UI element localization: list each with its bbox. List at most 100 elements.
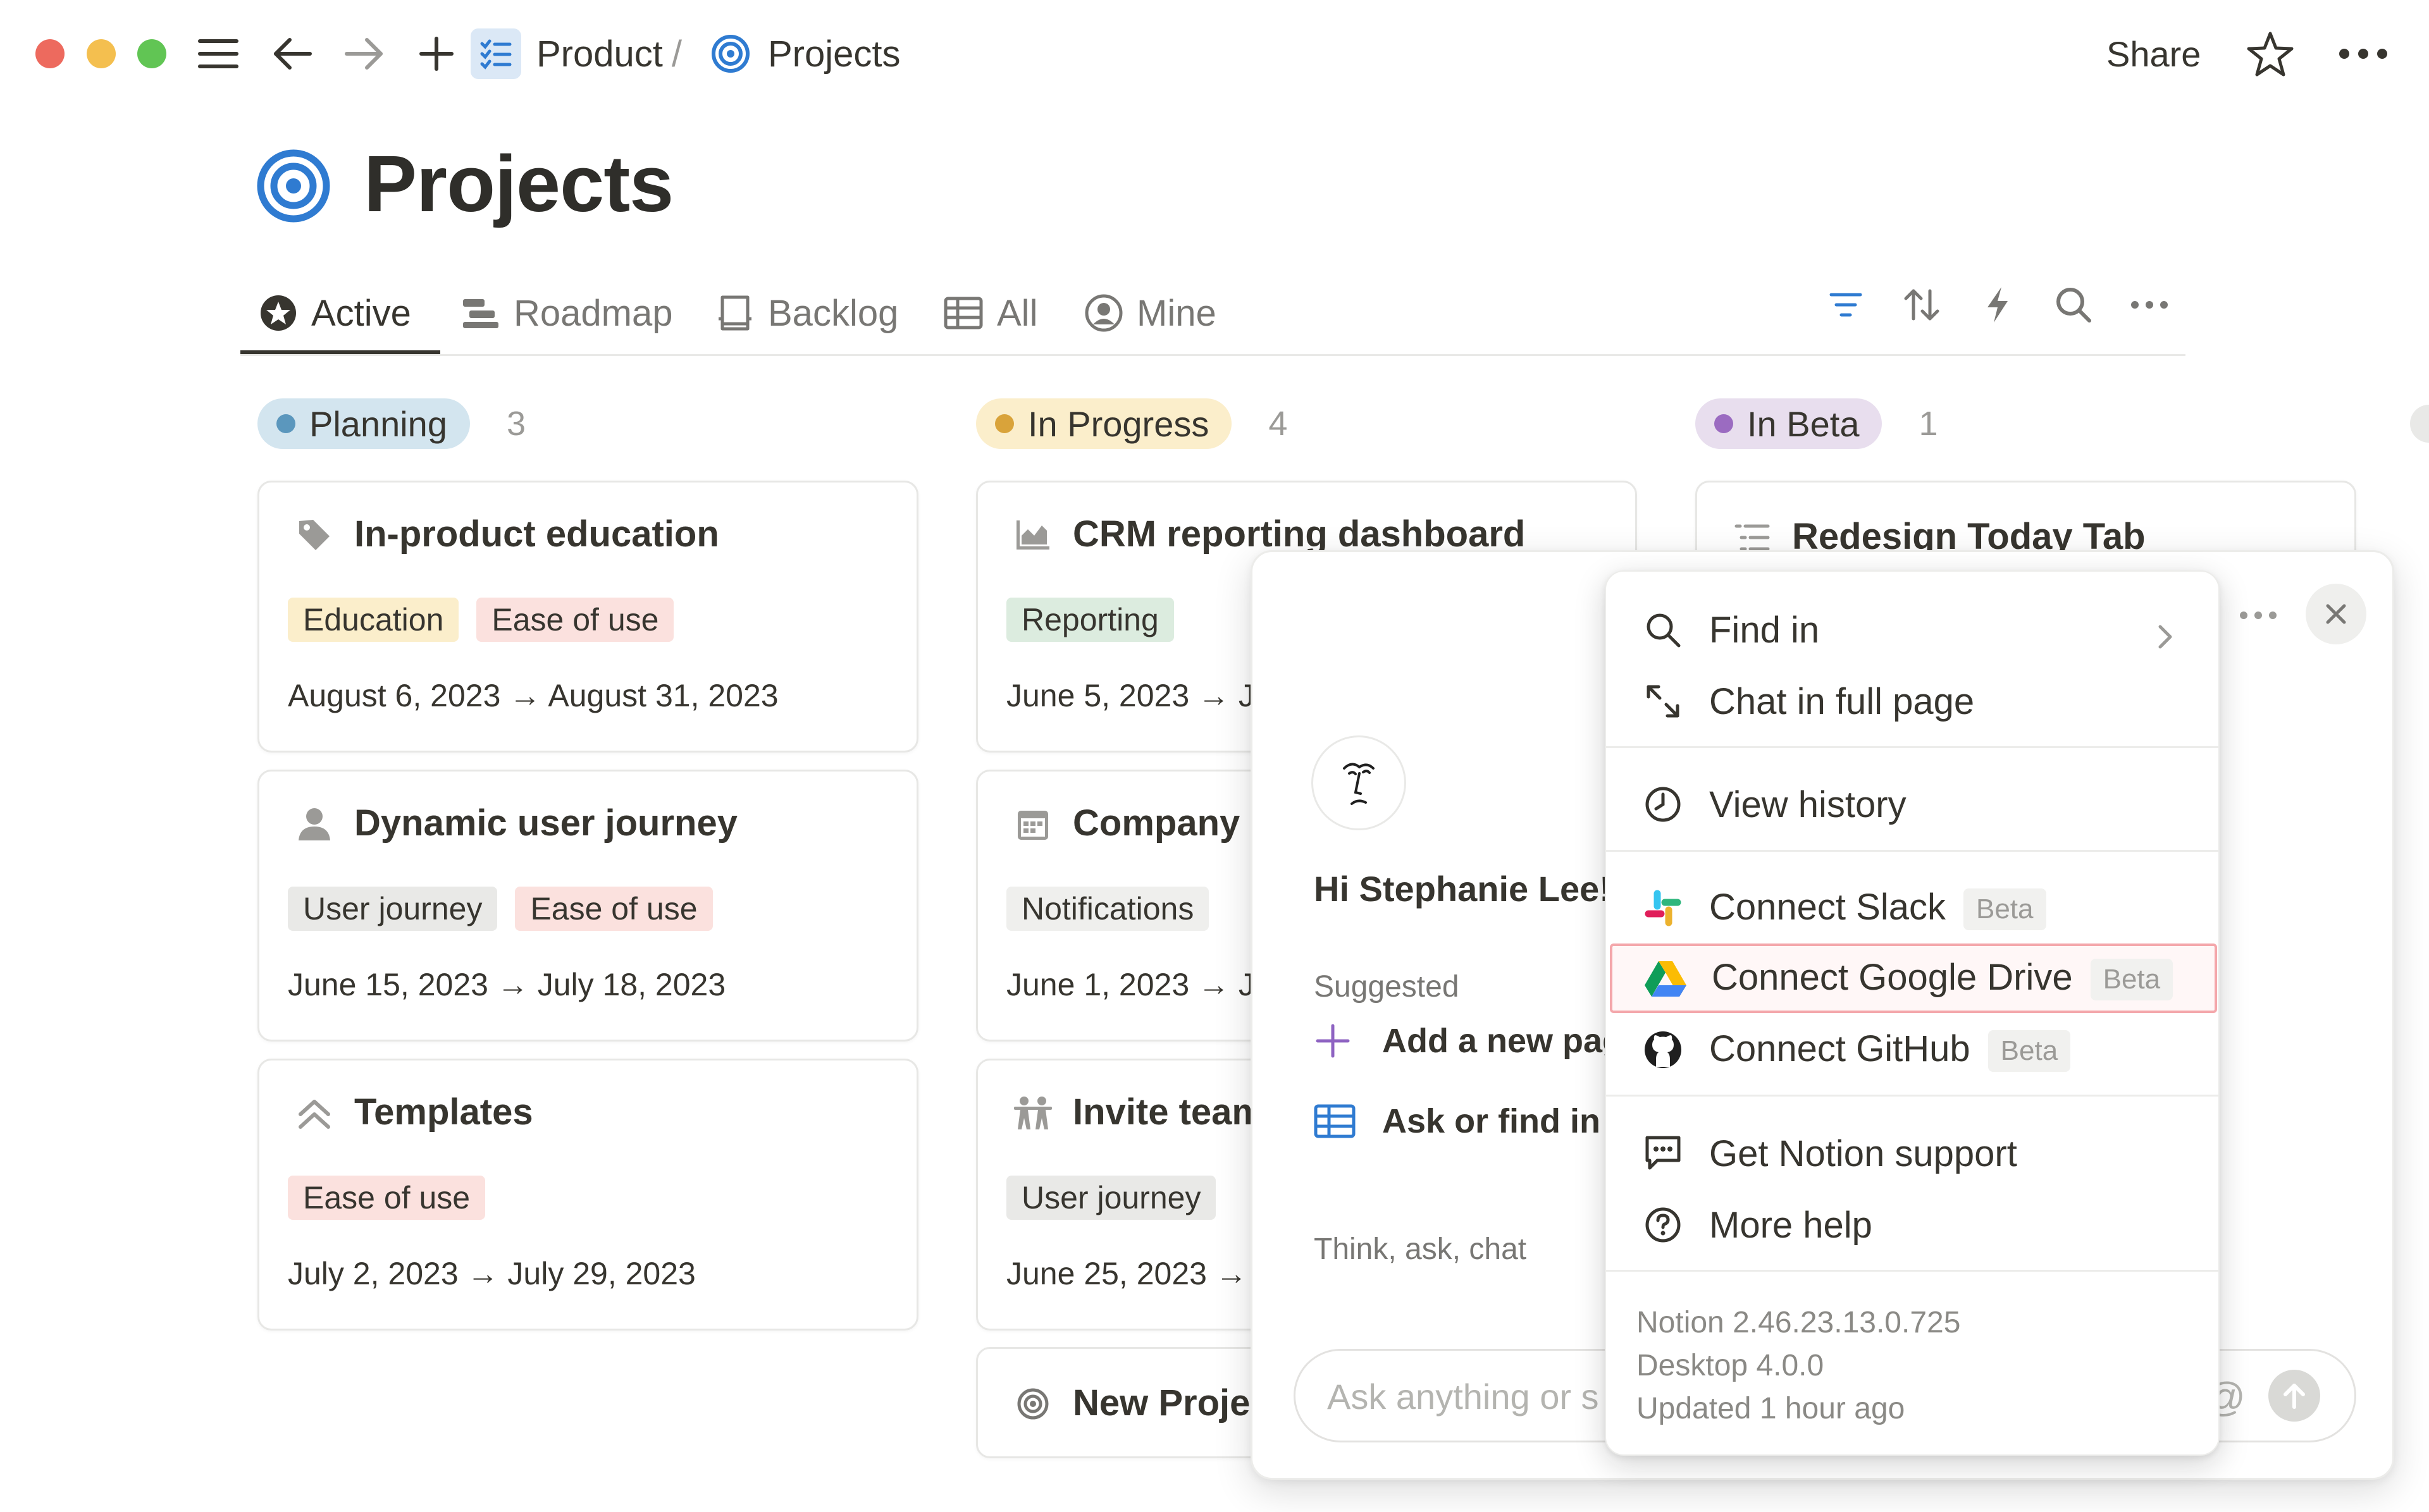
breadcrumb-label: Product <box>536 33 663 75</box>
card-dates: August 6, 2023 → August 31, 2023 <box>288 678 779 713</box>
notion-ai-face-icon <box>1311 735 1406 830</box>
board-card[interactable]: Templates Ease of use July 2, 2023 → Jul… <box>257 1059 918 1331</box>
double-chevron-up-icon <box>292 1091 337 1135</box>
tag-chip: Ease of use <box>515 887 713 931</box>
menu-item-connect-github[interactable]: Connect GitHub Beta <box>1610 1015 2217 1085</box>
breadcrumb-item-projects[interactable]: Projects <box>711 25 901 82</box>
status-dot <box>1714 414 1733 433</box>
new-page-plus-icon[interactable] <box>408 25 465 82</box>
tab-roadmap[interactable]: Roadmap <box>460 272 672 354</box>
breadcrumb-separator: / <box>671 33 683 75</box>
back-arrow-icon[interactable] <box>264 25 321 82</box>
tag-icon <box>292 513 337 557</box>
column-count: 4 <box>1268 405 1288 443</box>
sidebar-toggle-icon[interactable] <box>190 25 247 82</box>
menu-item-label: Find in <box>1709 609 1820 651</box>
target-icon <box>1011 1382 1055 1426</box>
menu-item-more-help[interactable]: More help <box>1610 1190 2217 1260</box>
board-card[interactable]: Dynamic user journey User journey Ease o… <box>257 770 918 1042</box>
favorite-star-icon[interactable] <box>2242 25 2299 82</box>
window-minimize-button[interactable] <box>87 39 116 68</box>
chat-bubble-icon <box>1640 1131 1686 1176</box>
board-card[interactable]: In-product education Education Ease of u… <box>257 481 918 753</box>
menu-item-label: More help <box>1709 1204 1872 1246</box>
suggestion-add-page[interactable]: Add a new pag <box>1314 1012 1623 1069</box>
tab-backlog[interactable]: Backlog <box>716 272 898 354</box>
window-close-button[interactable] <box>35 39 65 68</box>
card-title: CRM reporting dashboard <box>1073 513 1526 555</box>
card-dates: June 25, 2023 → <box>1006 1256 1247 1291</box>
help-circle-icon <box>1640 1202 1686 1248</box>
title-bar: Product / Projects Share <box>0 0 2429 106</box>
column-count: 1 <box>1919 405 1938 443</box>
status-pill: In Beta <box>1695 398 1882 449</box>
menu-item-label: Connect Slack Beta <box>1709 886 2046 931</box>
timeline-icon <box>460 295 500 331</box>
tab-mine[interactable]: Mine <box>1085 272 1216 354</box>
table-icon <box>944 297 983 329</box>
beta-badge: Beta <box>2090 959 2173 1001</box>
star-circle-icon <box>259 294 297 332</box>
beta-badge: Beta <box>1963 888 2046 931</box>
menu-item-label: View history <box>1709 784 1907 825</box>
sort-icon[interactable] <box>1896 280 1947 330</box>
menu-item-connect-google-drive[interactable]: Connect Google Drive Beta <box>1610 943 2217 1013</box>
database-views-bar: Active Roadmap Backlog All Mine <box>240 272 2185 356</box>
tab-active[interactable]: Active <box>259 272 411 354</box>
card-title: In-product education <box>354 513 719 555</box>
people-icon <box>1011 1091 1055 1135</box>
calendar-icon <box>1011 802 1055 846</box>
input-placeholder: Ask anything or s <box>1327 1377 1599 1417</box>
menu-item-view-history[interactable]: View history <box>1610 770 2217 839</box>
tab-label: Backlog <box>768 292 899 334</box>
column-header-in-progress[interactable]: In Progress 4 <box>976 397 1287 450</box>
filter-icon[interactable] <box>1820 280 1871 330</box>
menu-item-label: Chat in full page <box>1709 680 1975 722</box>
status-dot <box>276 414 295 433</box>
ai-greeting: Hi Stephanie Lee! <box>1314 869 1611 909</box>
tab-label: Roadmap <box>514 292 673 334</box>
scroll-handle[interactable] <box>2410 405 2429 443</box>
tab-all[interactable]: All <box>944 272 1037 354</box>
status-label: Planning <box>309 403 447 444</box>
person-icon <box>292 802 337 846</box>
breadcrumb-label: Projects <box>768 33 901 75</box>
menu-item-chat-full-page[interactable]: Chat in full page <box>1610 667 2217 736</box>
lightning-icon[interactable] <box>1972 280 2023 330</box>
tag-chip: User journey <box>1006 1176 1216 1220</box>
menu-item-connect-slack[interactable]: Connect Slack Beta <box>1610 873 2217 943</box>
table-icon <box>1314 1104 1364 1138</box>
suggestion-ask-or-find[interactable]: Ask or find in <box>1314 1093 1600 1150</box>
status-pill: Planning <box>257 398 470 449</box>
active-tab-indicator <box>240 350 440 354</box>
breadcrumb-item-product[interactable]: Product / <box>471 25 682 82</box>
target-icon <box>711 34 750 73</box>
ai-options-menu: Find in Chat in full page View history C… <box>1605 570 2220 1456</box>
forward-arrow-icon[interactable] <box>335 25 392 82</box>
close-icon[interactable] <box>2306 584 2366 644</box>
tag-chip: Education <box>288 598 459 642</box>
menu-divider <box>1606 850 2218 852</box>
menu-item-get-support[interactable]: Get Notion support <box>1610 1119 2217 1188</box>
more-options-icon[interactable] <box>2332 25 2395 82</box>
share-button[interactable]: Share <box>2106 25 2201 82</box>
slack-icon <box>1640 885 1686 931</box>
window-zoom-button[interactable] <box>137 39 166 68</box>
more-icon[interactable] <box>2124 280 2175 330</box>
chevron-right-icon <box>2157 617 2173 659</box>
search-icon[interactable] <box>2048 280 2099 330</box>
suggestion-label: Add a new pag <box>1382 1022 1624 1060</box>
updated-text: Updated 1 hour ago <box>1636 1392 1905 1425</box>
status-pill: In Progress <box>976 398 1232 449</box>
column-header-in-beta[interactable]: In Beta 1 <box>1695 397 1938 450</box>
google-drive-icon <box>1643 956 1688 1001</box>
menu-item-find-in[interactable]: Find in <box>1610 595 2217 665</box>
card-dates: July 2, 2023 → July 29, 2023 <box>288 1256 696 1291</box>
page-target-icon[interactable] <box>256 149 331 226</box>
more-icon[interactable] <box>2233 590 2284 641</box>
column-header-planning[interactable]: Planning 3 <box>257 397 526 450</box>
send-arrow-icon[interactable] <box>2268 1370 2320 1422</box>
card-dates: June 1, 2023 → J <box>1006 967 1254 1002</box>
card-title: Invite team <box>1073 1091 1264 1133</box>
page-title[interactable]: Projects <box>364 138 674 230</box>
